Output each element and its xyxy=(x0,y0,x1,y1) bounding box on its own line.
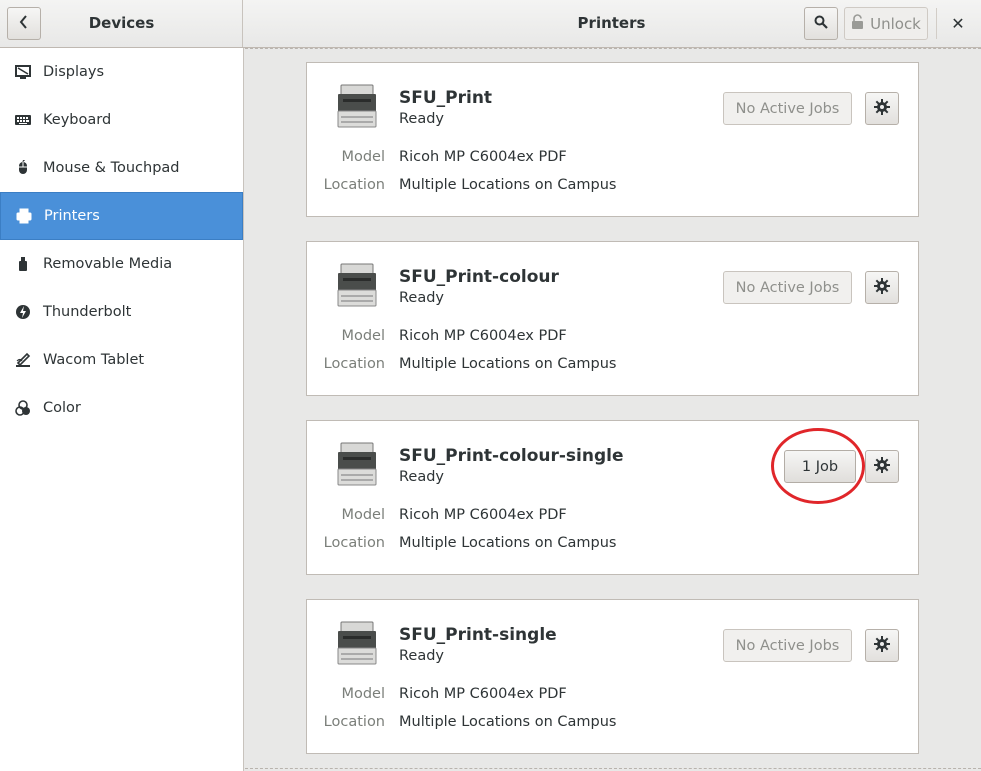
sidebar-item-label: Printers xyxy=(44,208,100,224)
sidebar-item-displays[interactable]: Displays xyxy=(0,48,243,96)
sidebar-item-keyboard[interactable]: Keyboard xyxy=(0,96,243,144)
printer-state: Ready xyxy=(399,648,445,664)
jobs-button[interactable]: No Active Jobs xyxy=(723,271,852,304)
gear-icon xyxy=(874,277,890,298)
printer-card: SFU_Print-single Ready Model Ricoh MP C6… xyxy=(306,599,919,754)
location-value: Multiple Locations on Campus xyxy=(399,714,617,730)
panel-title: Devices xyxy=(88,14,155,32)
gear-icon xyxy=(874,98,890,119)
printer-name: SFU_Print-colour xyxy=(399,267,559,287)
sidebar-item-label: Keyboard xyxy=(43,112,112,128)
location-value: Multiple Locations on Campus xyxy=(399,356,617,372)
color-icon xyxy=(15,400,31,416)
mouse-icon xyxy=(15,160,31,176)
printer-name: SFU_Print-single xyxy=(399,625,557,645)
location-label: Location xyxy=(323,177,385,193)
location-label: Location xyxy=(323,714,385,730)
sidebar-item-mouse-touchpad[interactable]: Mouse & Touchpad xyxy=(0,144,243,192)
printer-state: Ready xyxy=(399,290,445,306)
printer-settings-button[interactable] xyxy=(865,271,899,304)
unlock-button[interactable]: Unlock xyxy=(844,7,928,40)
printer-state: Ready xyxy=(399,111,445,127)
gear-icon xyxy=(874,635,890,656)
sidebar-item-label: Displays xyxy=(43,64,105,80)
model-label: Model xyxy=(341,686,385,702)
printer-card: SFU_Print-colour Ready Model Ricoh MP C6… xyxy=(306,241,919,396)
gear-icon xyxy=(874,456,890,477)
printer-settings-button[interactable] xyxy=(865,629,899,662)
header-separator xyxy=(936,8,937,39)
printer-card: SFU_Print Ready Model Ricoh MP C6004ex P… xyxy=(306,62,919,217)
back-button[interactable] xyxy=(7,7,41,40)
keyboard-icon xyxy=(15,112,31,128)
printer-icon xyxy=(16,208,32,224)
jobs-button[interactable]: No Active Jobs xyxy=(723,92,852,125)
usb-drive-icon xyxy=(15,256,31,272)
sidebar-item-removable-media[interactable]: Removable Media xyxy=(0,240,243,288)
model-value: Ricoh MP C6004ex PDF xyxy=(399,328,567,344)
printer-name: SFU_Print xyxy=(399,88,493,108)
sidebar-item-color[interactable]: Color xyxy=(0,384,243,432)
header-bar: Devices Printers Unlock ✕ xyxy=(0,0,981,48)
model-value: Ricoh MP C6004ex PDF xyxy=(399,149,567,165)
model-label: Model xyxy=(341,507,385,523)
thunderbolt-icon xyxy=(15,304,31,320)
location-value: Multiple Locations on Campus xyxy=(399,535,617,551)
location-value: Multiple Locations on Campus xyxy=(399,177,617,193)
sidebar-item-printers[interactable]: Printers xyxy=(0,192,243,240)
printer-settings-button[interactable] xyxy=(865,92,899,125)
sidebar-item-label: Mouse & Touchpad xyxy=(43,160,180,176)
location-label: Location xyxy=(323,535,385,551)
sidebar: Displays Keyboard Mouse & Touchpad Print… xyxy=(0,48,244,771)
location-label: Location xyxy=(323,356,385,372)
printer-device-icon xyxy=(335,620,379,666)
sidebar-item-wacom-tablet[interactable]: Wacom Tablet xyxy=(0,336,243,384)
sidebar-item-label: Color xyxy=(43,400,81,416)
search-icon xyxy=(814,15,828,33)
close-button[interactable]: ✕ xyxy=(941,7,975,40)
unlock-label: Unlock xyxy=(870,14,921,33)
tablet-icon xyxy=(15,352,31,368)
sidebar-item-label: Removable Media xyxy=(43,256,173,272)
model-value: Ricoh MP C6004ex PDF xyxy=(399,686,567,702)
display-icon xyxy=(15,64,31,80)
printer-name: SFU_Print-colour-single xyxy=(399,446,624,466)
header-left-pane: Devices xyxy=(0,0,243,47)
sidebar-item-label: Wacom Tablet xyxy=(43,352,145,368)
printer-device-icon xyxy=(335,441,379,487)
scroll-edge-top xyxy=(245,48,981,49)
model-value: Ricoh MP C6004ex PDF xyxy=(399,507,567,523)
printer-device-icon xyxy=(335,262,379,308)
search-button[interactable] xyxy=(804,7,838,40)
printers-list[interactable]: SFU_Print Ready Model Ricoh MP C6004ex P… xyxy=(245,48,981,771)
scroll-edge-bottom xyxy=(245,768,981,769)
printer-settings-button[interactable] xyxy=(865,450,899,483)
jobs-button[interactable]: 1 Job xyxy=(784,450,856,483)
jobs-button[interactable]: No Active Jobs xyxy=(723,629,852,662)
model-label: Model xyxy=(341,328,385,344)
sidebar-item-thunderbolt[interactable]: Thunderbolt xyxy=(0,288,243,336)
lock-icon xyxy=(851,14,864,33)
printer-card: SFU_Print-colour-single Ready Model Rico… xyxy=(306,420,919,575)
sidebar-item-label: Thunderbolt xyxy=(43,304,132,320)
printer-state: Ready xyxy=(399,469,445,485)
model-label: Model xyxy=(341,149,385,165)
close-icon: ✕ xyxy=(951,14,965,33)
chevron-left-icon xyxy=(18,14,30,33)
printer-device-icon xyxy=(335,83,379,129)
